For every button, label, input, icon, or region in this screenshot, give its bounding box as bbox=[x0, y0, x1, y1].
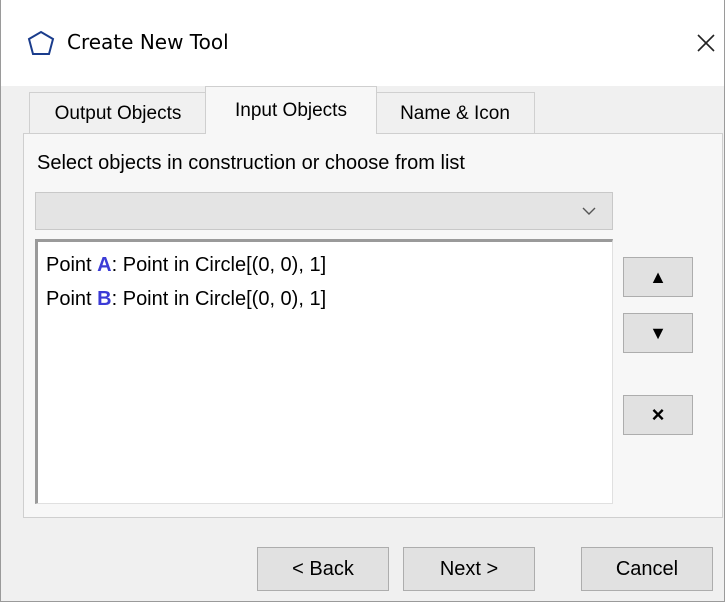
move-down-button[interactable]: ▼ bbox=[623, 313, 693, 353]
back-button[interactable]: < Back bbox=[257, 547, 389, 591]
cancel-button[interactable]: Cancel bbox=[581, 547, 713, 591]
create-new-tool-dialog: Create New Tool Output Objects Input Obj… bbox=[0, 0, 725, 602]
list-item[interactable]: Point B: Point in Circle[(0, 0), 1] bbox=[46, 288, 326, 311]
tab-input-objects[interactable]: Input Objects bbox=[205, 86, 377, 134]
next-button[interactable]: Next > bbox=[403, 547, 535, 591]
tab-output-objects[interactable]: Output Objects bbox=[29, 92, 207, 134]
object-select-dropdown[interactable] bbox=[35, 192, 613, 230]
list-item-prefix: Point bbox=[46, 254, 98, 276]
title-bar[interactable]: Create New Tool bbox=[1, 0, 724, 86]
list-item-description: : Point in Circle[(0, 0), 1] bbox=[111, 254, 327, 276]
polygon-tool-icon bbox=[27, 30, 55, 55]
instruction-label: Select objects in construction or choose… bbox=[37, 152, 465, 174]
chevron-down-icon bbox=[582, 207, 596, 215]
object-name: B bbox=[97, 288, 112, 310]
object-name: A bbox=[97, 254, 112, 276]
close-icon[interactable] bbox=[693, 30, 719, 56]
list-item-description: : Point in Circle[(0, 0), 1] bbox=[111, 288, 327, 310]
remove-button[interactable]: × bbox=[623, 395, 693, 435]
list-item[interactable]: Point A: Point in Circle[(0, 0), 1] bbox=[46, 254, 326, 277]
list-item-prefix: Point bbox=[46, 288, 98, 310]
input-objects-list[interactable]: Point A: Point in Circle[(0, 0), 1] Poin… bbox=[35, 239, 613, 504]
dialog-title: Create New Tool bbox=[67, 30, 229, 54]
move-up-button[interactable]: ▲ bbox=[623, 257, 693, 297]
tab-name-and-icon[interactable]: Name & Icon bbox=[375, 92, 535, 134]
